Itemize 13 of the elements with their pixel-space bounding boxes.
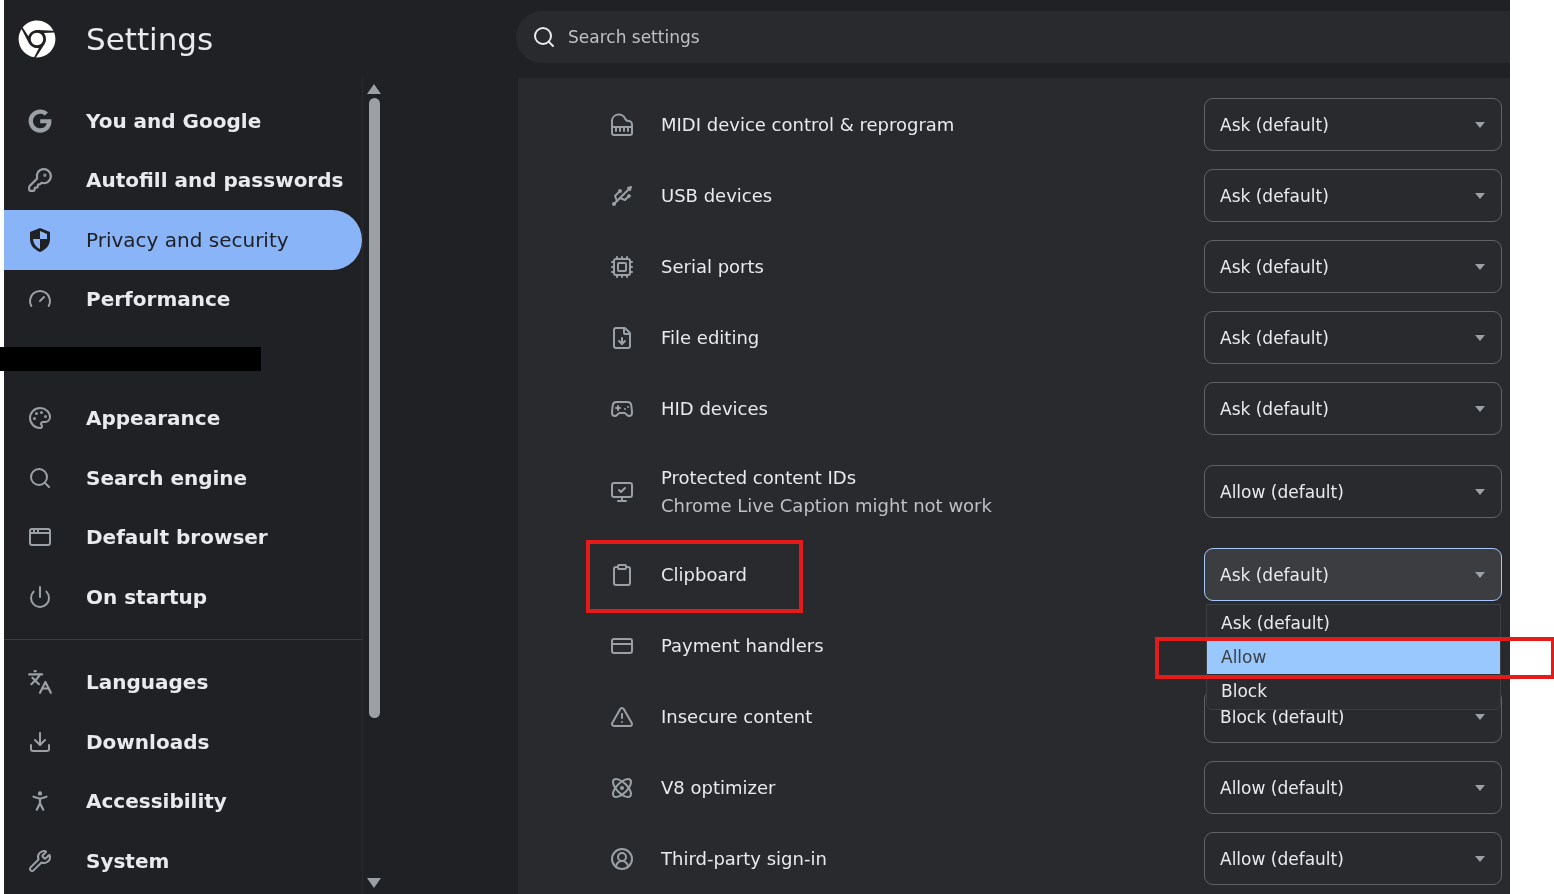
permission-label: V8 optimizer <box>661 777 776 798</box>
permission-description: Chrome Live Caption might not work <box>661 495 992 516</box>
permission-label: Insecure content <box>661 706 813 727</box>
page-title: Settings <box>86 21 214 57</box>
permission-label: Third-party sign-in <box>661 848 827 869</box>
permission-label: Protected content IDs <box>661 467 857 488</box>
permission-label: Payment handlers <box>661 635 824 656</box>
permission-label: HID devices <box>661 398 768 419</box>
permission-label: USB devices <box>661 185 773 206</box>
permission-label: MIDI device control & reprogram <box>661 114 955 135</box>
permission-label: Clipboard <box>661 564 747 585</box>
permission-label: File editing <box>661 327 760 348</box>
permission-label: Serial ports <box>661 256 764 277</box>
